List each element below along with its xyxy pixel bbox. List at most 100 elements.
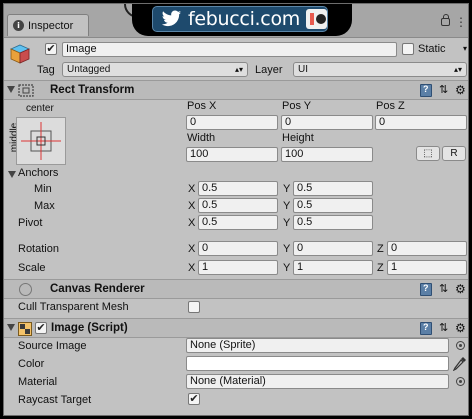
scale-label: Scale — [18, 262, 46, 274]
axis-y-label: Y — [283, 183, 291, 195]
object-name-field[interactable]: Image — [62, 42, 397, 57]
collapse-arrow-icon[interactable] — [7, 324, 15, 331]
tab-inspector[interactable]: i Inspector — [7, 14, 89, 36]
axis-x-label: X — [188, 183, 196, 195]
axis-x-label: X — [188, 217, 196, 229]
chevron-down-icon: ▴▾ — [453, 65, 462, 74]
image-component-icon — [18, 322, 32, 336]
preset-icon[interactable]: ⇅ — [439, 323, 450, 334]
help-icon[interactable] — [420, 283, 432, 296]
axis-y-label: Y — [283, 243, 291, 255]
anchors-label: Anchors — [18, 167, 59, 179]
preset-icon[interactable]: ⇅ — [439, 284, 450, 295]
twitter-bird-icon — [161, 10, 182, 27]
static-dropdown-arrow[interactable]: ▾ — [459, 42, 468, 57]
anchor-horizontal-label: center — [26, 103, 54, 114]
source-image-field[interactable]: None (Sprite) — [186, 338, 449, 353]
raycast-target-checkbox[interactable]: ✔ — [188, 393, 200, 405]
rect-transform-icon — [18, 84, 34, 97]
material-field[interactable]: None (Material) — [186, 374, 449, 389]
axis-y-label: Y — [283, 217, 291, 229]
canvas-renderer-header[interactable]: Canvas Renderer ⇅ ⚙ — [4, 279, 468, 299]
anchor-min-label: Min — [34, 183, 52, 195]
help-icon[interactable] — [420, 322, 432, 335]
gameobject-cube-icon — [10, 44, 30, 64]
menu-icon[interactable]: ⋮ — [455, 16, 467, 28]
pos-z-field[interactable]: 0 — [375, 115, 467, 130]
scale-y-field[interactable]: 1 — [293, 260, 373, 275]
axis-z-label: Z — [377, 243, 384, 255]
rotation-label: Rotation — [18, 243, 59, 255]
height-field[interactable]: 100 — [281, 147, 373, 162]
anchor-min-x-field[interactable]: 0.5 — [198, 181, 278, 196]
anchor-presets-button[interactable] — [16, 117, 66, 165]
tab-label: Inspector — [28, 19, 74, 32]
rotation-y-field[interactable]: 0 — [293, 241, 373, 256]
object-header: ✔ Image Static ▾ Tag Untagged ▴▾ Layer UI… — [4, 39, 468, 83]
help-icon[interactable] — [420, 84, 432, 97]
watermark-badge: febucci.com — [152, 6, 328, 32]
anchor-min-y-field[interactable]: 0.5 — [293, 181, 373, 196]
pos-y-label: Pos Y — [282, 100, 312, 112]
image-script-header[interactable]: ✔ Image (Script) ⇅ ⚙ — [4, 318, 468, 338]
cull-transparent-mesh-checkbox[interactable] — [188, 301, 200, 313]
axis-x-label: X — [188, 200, 196, 212]
watermark-text: febucci.com — [188, 8, 300, 30]
width-field[interactable]: 100 — [186, 147, 278, 162]
tab-bar: i Inspector febucci.com ⋮ — [4, 4, 468, 38]
axis-z-label: Z — [377, 262, 384, 274]
raycast-target-label: Raycast Target — [18, 394, 92, 406]
canvas-renderer-icon — [19, 283, 32, 296]
anchors-expand-arrow-icon[interactable] — [8, 171, 16, 178]
gear-icon[interactable]: ⚙ — [455, 322, 467, 334]
object-picker-icon[interactable] — [456, 341, 465, 350]
material-label: Material — [18, 376, 58, 388]
anchor-max-y-field[interactable]: 0.5 — [293, 198, 373, 213]
rect-transform-title: Rect Transform — [50, 84, 135, 96]
active-checkbox[interactable]: ✔ — [45, 43, 57, 55]
gear-icon[interactable]: ⚙ — [455, 283, 467, 295]
anchor-max-x-field[interactable]: 0.5 — [198, 198, 278, 213]
rotation-z-field[interactable]: 0 — [387, 241, 467, 256]
axis-y-label: Y — [283, 262, 291, 274]
color-swatch-field[interactable] — [186, 356, 449, 371]
canvas-renderer-title: Canvas Renderer — [50, 283, 145, 295]
gear-icon[interactable]: ⚙ — [455, 84, 467, 96]
object-picker-icon[interactable] — [456, 377, 465, 386]
layer-dropdown[interactable]: UI ▴▾ — [293, 62, 467, 77]
rotation-x-field[interactable]: 0 — [198, 241, 278, 256]
source-image-label: Source Image — [18, 340, 87, 352]
pos-x-field[interactable]: 0 — [186, 115, 278, 130]
anchor-preset-icon — [21, 122, 61, 160]
axis-x-label: X — [188, 243, 196, 255]
static-checkbox[interactable] — [402, 43, 414, 55]
pos-y-field[interactable]: 0 — [281, 115, 373, 130]
scale-z-field[interactable]: 1 — [387, 260, 467, 275]
image-script-title: Image (Script) — [51, 322, 128, 334]
raw-edit-button[interactable]: R — [442, 146, 466, 161]
pivot-y-field[interactable]: 0.5 — [293, 215, 373, 230]
anchor-max-label: Max — [34, 200, 55, 212]
pivot-x-field[interactable]: 0.5 — [198, 215, 278, 230]
cull-transparent-mesh-label: Cull Transparent Mesh — [18, 301, 129, 313]
layer-value: UI — [298, 64, 308, 75]
watermark-banner: febucci.com — [132, 4, 352, 36]
scale-x-field[interactable]: 1 — [198, 260, 278, 275]
color-label: Color — [18, 358, 45, 370]
info-icon: i — [13, 20, 24, 31]
collapse-arrow-icon[interactable] — [7, 86, 15, 93]
eyedropper-icon[interactable] — [453, 356, 467, 371]
rect-transform-header[interactable]: Rect Transform ⇅ ⚙ — [4, 80, 468, 100]
tag-dropdown[interactable]: Untagged ▴▾ — [62, 62, 248, 77]
layer-label: Layer — [255, 64, 283, 76]
axis-x-label: X — [188, 262, 196, 274]
blueprint-mode-button[interactable]: ⬚ — [416, 146, 440, 161]
static-label: Static — [418, 43, 446, 55]
axis-y-label: Y — [283, 200, 291, 212]
tag-label: Tag — [37, 64, 55, 76]
pivot-label: Pivot — [18, 217, 43, 229]
preset-icon[interactable]: ⇅ — [439, 85, 450, 96]
height-label: Height — [282, 132, 314, 144]
image-enabled-checkbox[interactable]: ✔ — [35, 322, 47, 334]
lock-icon[interactable] — [441, 14, 450, 26]
